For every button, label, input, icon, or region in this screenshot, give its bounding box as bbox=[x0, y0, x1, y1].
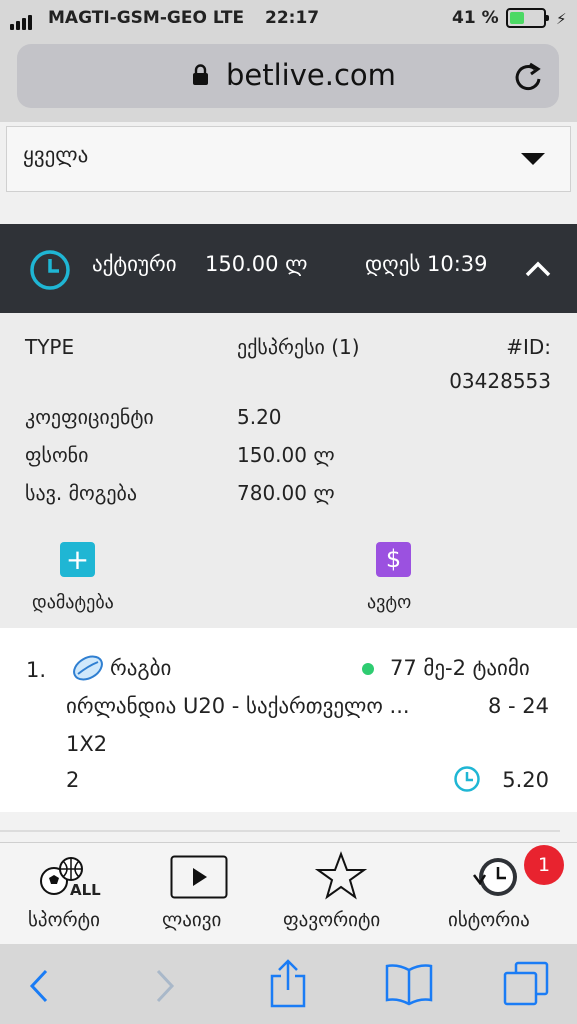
type-value: ექსპრესი (1) bbox=[237, 335, 360, 359]
filter-dropdown[interactable]: ყველა bbox=[6, 126, 571, 192]
auto-label[interactable]: ავტო bbox=[367, 592, 411, 613]
filter-selected-value: ყველა bbox=[23, 143, 89, 167]
charging-icon: ⚡ bbox=[556, 10, 567, 28]
app-bottom-nav: ALL სპორტი ლაივი ფავორიტი ისტორია bbox=[0, 842, 577, 944]
nav-live-label: ლაივი bbox=[162, 909, 222, 931]
bet-header[interactable]: აქტიური 150.00 ლ დღეს 10:39 bbox=[0, 224, 577, 313]
plus-icon: + bbox=[65, 543, 90, 576]
history-icon bbox=[473, 858, 517, 896]
signal-icon bbox=[10, 10, 34, 30]
id-label: #ID: bbox=[506, 335, 551, 359]
add-label[interactable]: დამატება bbox=[32, 592, 114, 613]
dollar-icon: $ bbox=[385, 545, 402, 573]
back-icon[interactable] bbox=[28, 968, 50, 1004]
live-status: 77 მე-2 ტაიმი bbox=[390, 656, 530, 680]
url-text[interactable]: betlive.com bbox=[226, 58, 396, 92]
potential-win-label: სავ. მოგება bbox=[25, 481, 138, 505]
history-badge: 1 bbox=[524, 845, 564, 885]
sports-all-text: ALL bbox=[70, 881, 101, 899]
chevron-up-icon[interactable] bbox=[524, 260, 552, 278]
bet-status: აქტიური bbox=[92, 252, 177, 276]
tabs-icon[interactable] bbox=[502, 960, 550, 1006]
potential-win-value: 780.00 ლ bbox=[237, 481, 335, 505]
live-indicator bbox=[362, 663, 374, 675]
odds-value: 5.20 bbox=[237, 405, 282, 429]
odds-label: კოეფიციენტი bbox=[25, 405, 154, 429]
nav-sports[interactable]: ALL სპორტი bbox=[0, 843, 130, 943]
clock-icon bbox=[454, 766, 480, 792]
pick-value: 2 bbox=[66, 768, 80, 792]
browser-toolbar bbox=[0, 944, 577, 1024]
lock-icon bbox=[193, 64, 208, 85]
battery-percent: 41 % bbox=[452, 8, 499, 28]
network-type: LTE bbox=[212, 8, 245, 28]
clock: 22:17 bbox=[265, 8, 320, 28]
battery-icon bbox=[506, 8, 549, 28]
stake-label: ფსონი bbox=[25, 443, 89, 467]
id-value: 03428553 bbox=[449, 369, 551, 393]
nav-live[interactable]: ლაივი bbox=[140, 843, 270, 943]
play-icon bbox=[170, 855, 228, 899]
bet-date: დღეს 10:39 bbox=[365, 252, 488, 276]
stake-value: 150.00 ლ bbox=[237, 443, 335, 467]
star-icon bbox=[315, 851, 367, 900]
type-label: TYPE bbox=[25, 335, 75, 359]
nav-sports-label: სპორტი bbox=[28, 909, 100, 931]
selection-odds: 5.20 bbox=[502, 768, 549, 792]
bookmarks-icon[interactable] bbox=[384, 962, 434, 1006]
bet-details: TYPE ექსპრესი (1) #ID: 03428553 კოეფიციე… bbox=[0, 313, 577, 628]
forward-icon[interactable] bbox=[154, 968, 176, 1004]
match-name[interactable]: ირლანდია U20 - საქართველო ... bbox=[66, 694, 410, 718]
carrier-name: MAGTI-GSM-GEO LTE bbox=[48, 8, 245, 28]
auto-button[interactable]: $ bbox=[376, 542, 411, 577]
match-score: 8 - 24 bbox=[487, 694, 549, 718]
add-button[interactable]: + bbox=[60, 542, 95, 577]
share-icon[interactable] bbox=[268, 958, 308, 1008]
nav-history-label: ისტორია bbox=[448, 909, 530, 931]
nav-favorites-label: ფავორიტი bbox=[283, 909, 381, 931]
selection-card: 1. რაგბი 77 მე-2 ტაიმი ირლანდია U20 - სა… bbox=[0, 628, 577, 812]
bet-amount: 150.00 ლ bbox=[205, 252, 308, 276]
divider bbox=[0, 812, 577, 842]
reload-icon[interactable] bbox=[513, 60, 545, 94]
chevron-down-icon bbox=[521, 153, 545, 165]
clock-icon bbox=[30, 250, 70, 290]
rugby-ball-icon bbox=[73, 655, 103, 681]
selection-index: 1. bbox=[26, 658, 47, 682]
nav-favorites[interactable]: ფავორიტი bbox=[275, 843, 415, 943]
market-name: 1X2 bbox=[66, 732, 108, 756]
sport-name: რაგბი bbox=[110, 656, 172, 680]
status-bar: MAGTI-GSM-GEO LTE 22:17 41 % ⚡ bbox=[0, 0, 577, 38]
